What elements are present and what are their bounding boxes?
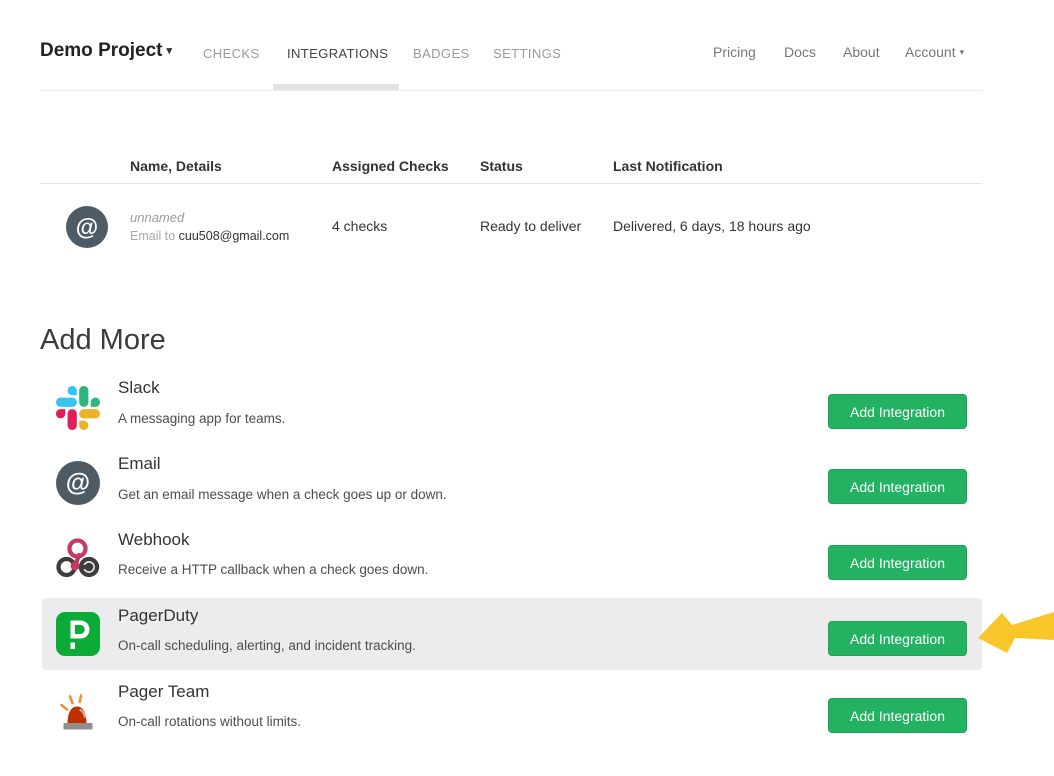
add-more-heading: Add More xyxy=(40,324,166,357)
project-title: Demo Project xyxy=(40,40,162,61)
integration-details: Email to cuu508@gmail.com xyxy=(130,229,289,243)
column-header-last-notification: Last Notification xyxy=(613,158,723,174)
webhook-add-integration-button[interactable]: Add Integration xyxy=(828,545,967,580)
details-email: cuu508@gmail.com xyxy=(179,229,290,243)
nav-docs-link[interactable]: Docs xyxy=(784,44,816,60)
nav-about-link[interactable]: About xyxy=(843,44,880,60)
email-at-icon: @ xyxy=(56,461,100,505)
last-notification-cell: Delivered, 6 days, 18 hours ago xyxy=(613,218,811,234)
header-divider xyxy=(40,90,982,91)
pager-team-title: Pager Team xyxy=(118,682,209,702)
tab-badges[interactable]: BADGES xyxy=(413,46,470,61)
table-row: @ xyxy=(66,206,108,248)
column-header-name-details: Name, Details xyxy=(130,158,222,174)
details-prefix: Email to xyxy=(130,229,179,243)
pagerduty-title: PagerDuty xyxy=(118,606,198,626)
slack-description: A messaging app for teams. xyxy=(118,411,285,426)
status-cell: Ready to deliver xyxy=(480,218,581,234)
pager-team-siren-icon xyxy=(56,688,100,732)
email-at-icon: @ xyxy=(66,206,108,248)
pager-team-add-integration-button[interactable]: Add Integration xyxy=(828,698,967,733)
tab-settings[interactable]: SETTINGS xyxy=(493,46,561,61)
webhook-title: Webhook xyxy=(118,530,190,550)
email-add-integration-button[interactable]: Add Integration xyxy=(828,469,967,504)
webhook-icon xyxy=(56,536,100,580)
email-title: Email xyxy=(118,454,161,474)
column-header-status: Status xyxy=(480,158,523,174)
slack-add-integration-button[interactable]: Add Integration xyxy=(828,394,967,429)
assigned-checks-cell: 4 checks xyxy=(332,218,387,234)
tab-integrations[interactable]: INTEGRATIONS xyxy=(287,46,388,61)
annotation-arrow-icon xyxy=(975,603,1054,670)
column-header-assigned-checks: Assigned Checks xyxy=(332,158,449,174)
integration-name[interactable]: unnamed xyxy=(130,210,184,225)
slack-title: Slack xyxy=(118,378,160,398)
pager-team-description: On-call rotations without limits. xyxy=(118,714,301,729)
table-header-divider xyxy=(40,183,982,184)
healthchecks-integrations-page: Demo Project ▾ CHECKS INTEGRATIONS BADGES… xyxy=(0,0,1054,776)
chevron-down-icon: ▾ xyxy=(960,47,965,57)
pagerduty-icon xyxy=(56,612,100,656)
chevron-down-icon: ▾ xyxy=(166,45,172,57)
email-description: Get an email message when a check goes u… xyxy=(118,487,447,502)
pagerduty-add-integration-button[interactable]: Add Integration xyxy=(828,621,967,656)
webhook-description: Receive a HTTP callback when a check goe… xyxy=(118,562,428,577)
nav-account-label: Account xyxy=(905,44,956,60)
pagerduty-description: On-call scheduling, alerting, and incide… xyxy=(118,638,416,653)
tab-checks[interactable]: CHECKS xyxy=(203,46,260,61)
nav-account-menu[interactable]: Account ▾ xyxy=(905,44,964,60)
project-switcher[interactable]: Demo Project ▾ xyxy=(40,40,172,62)
slack-icon xyxy=(56,386,100,430)
nav-pricing-link[interactable]: Pricing xyxy=(713,44,756,60)
